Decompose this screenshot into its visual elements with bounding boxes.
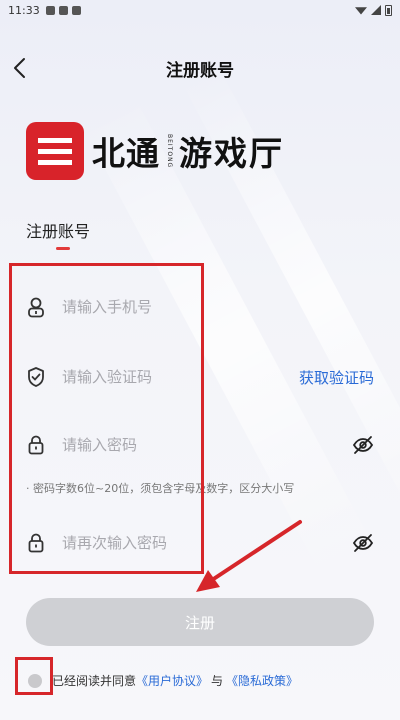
- annotation-arrow-icon: [196, 520, 302, 592]
